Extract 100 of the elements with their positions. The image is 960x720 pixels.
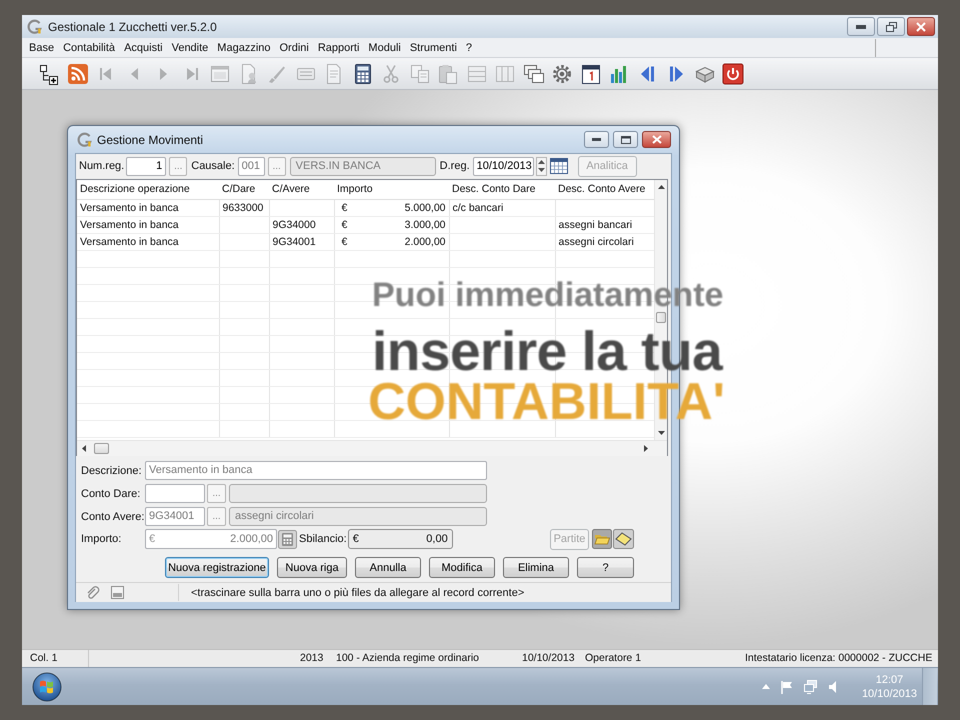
hint-text: <trascinare sulla barra uno o più files da allegare al record corrente> [191,586,524,598]
action-button[interactable]: ? [577,557,634,578]
menu-item[interactable]: Base [25,40,58,56]
account-description-field: assegni circolari [229,507,487,526]
eraser-icon[interactable] [613,529,634,549]
network-icon[interactable] [802,680,819,694]
spin-up-icon[interactable] [538,160,545,164]
app-logo-icon [27,18,43,34]
field-label: Causale: [191,160,235,172]
table-cell: assegni circolari [558,236,634,248]
calendar-icon[interactable] [580,62,602,84]
plus-tree-icon[interactable] [38,62,60,84]
field-label: Sbilancio: [299,533,347,545]
minimize-button[interactable] [847,17,875,36]
menu-item[interactable]: ? [462,40,476,56]
scrollbar-thumb[interactable] [94,443,109,454]
restore-button[interactable] [877,17,905,36]
cascade-icon[interactable] [522,62,544,84]
status-text: Intestatario licenza: 0000002 - ZUCCHE [745,652,932,664]
column-header[interactable]: Desc. Conto Dare [452,183,536,196]
caret-up-icon[interactable] [762,684,770,689]
table-cell: assegni bancari [558,218,632,230]
column-header[interactable]: Descrizione operazione [80,183,190,196]
action-button[interactable]: Elimina [503,557,569,578]
restore-icon [886,22,896,32]
action-button[interactable]: Modifica [429,557,495,578]
account-field[interactable] [145,484,205,503]
action-button[interactable]: Nuova registrazione [165,557,269,578]
currency-sign: € [342,236,348,248]
column-header[interactable]: Importo [337,183,373,196]
table-cell: c/c bancari [452,202,504,214]
scroll-left-icon[interactable] [82,445,86,452]
amount-value: 3.000,00 [404,218,446,230]
column-header[interactable]: C/Avere [272,183,310,196]
horizontal-scrollbar[interactable] [77,440,667,456]
menu-item[interactable]: Strumenti [406,40,461,56]
menu-item[interactable]: Contabilità [59,40,120,56]
folder-icon[interactable] [592,529,612,549]
scrollbar-thumb[interactable] [656,312,666,323]
minimize-icon [856,24,866,28]
field-label: D.reg. [440,160,470,172]
speaker-icon[interactable] [828,680,838,694]
currency-sign: € [342,202,348,214]
table-cell: 9G34000 [272,218,316,230]
description-field: VERS.IN BANCA [290,156,436,176]
field-label: Descrizione: [81,464,143,476]
field-label: Conto Dare: [81,488,142,500]
field-label: Conto Avere: [81,510,145,522]
close-icon [652,135,662,144]
table-cell: Versamento in banca [80,218,179,230]
balance-field: € 0,00 [348,529,453,549]
close-button[interactable] [907,17,935,36]
menu-item[interactable]: Vendite [168,40,212,56]
close-icon [916,22,926,32]
amount-value: 5.000,00 [404,202,446,214]
menu-item[interactable]: Magazzino [213,40,274,56]
action-button[interactable]: Nuova riga [277,557,347,578]
clock-time: 12:07 [876,672,904,686]
start-orb-icon[interactable] [32,672,62,702]
currency-sign: € [342,218,348,230]
scroll-right-icon[interactable] [644,445,648,452]
maximize-button[interactable] [613,131,638,148]
status-text: 10/10/2013 [522,652,575,664]
maximize-icon [620,136,630,144]
app-logo-icon [77,132,93,148]
dialog-title: Gestione Movimenti [97,132,204,146]
feed-icon[interactable] [66,62,88,84]
menu-item[interactable]: Rapporti [314,40,364,56]
amount-value: 2.000,00 [404,236,446,248]
table-cell: 9G34001 [272,236,316,248]
minimize-icon [592,138,601,141]
scroll-up-icon[interactable] [658,185,664,189]
table-cell: Versamento in banca [80,202,179,214]
spin-down-icon[interactable] [538,168,545,172]
calendar-icon[interactable] [550,158,568,174]
gear-icon[interactable] [551,62,573,84]
column-header[interactable]: C/Dare [222,183,256,196]
action-button[interactable]: Annulla [355,557,421,578]
field-label: Importo: [81,533,122,545]
status-text: 2013 [300,652,324,664]
close-button[interactable] [642,131,671,148]
table-cell: 9633000 [222,202,264,214]
menu-item[interactable]: Ordini [276,40,313,56]
window-icon[interactable] [111,586,124,599]
power-icon[interactable] [722,62,744,84]
table-cell: Versamento in banca [80,236,179,248]
minimize-button[interactable] [584,131,609,148]
menu-item[interactable]: Moduli [364,40,405,56]
window-title: Gestionale 1 Zucchetti ver.5.2.0 [48,20,217,34]
status-text: Operatore 1 [585,652,642,664]
date-spinner[interactable] [536,156,547,176]
status-text: 100 - Azienda regime ordinario [336,652,480,664]
scroll-down-icon[interactable] [658,431,664,435]
paperclip-icon[interactable] [86,586,100,600]
column-header[interactable]: Desc. Conto Avere [558,183,646,196]
flag-icon[interactable] [780,680,794,694]
menu-item[interactable]: Acquisti [120,40,167,56]
date-field[interactable]: 10/10/2013 [472,156,534,176]
number-field[interactable]: 1 [126,156,166,176]
show-desktop-button[interactable] [922,668,937,705]
